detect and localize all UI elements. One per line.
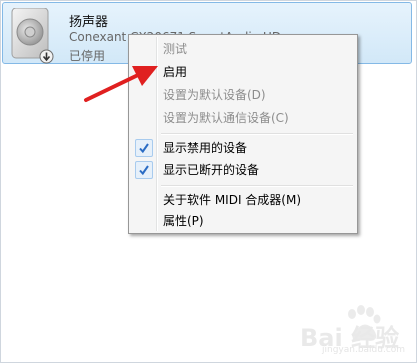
menu-item-label: 属性(P)	[163, 214, 204, 228]
menu-item-set-default[interactable]: 设置为默认设备(D)	[132, 84, 354, 106]
menu-item-properties[interactable]: 属性(P)	[132, 210, 354, 232]
menu-item-show-disabled[interactable]: 显示禁用的设备	[132, 137, 354, 159]
context-menu: 测试 启用 设置为默认设备(D) 设置为默认通信设备(C) 显示禁用的设备 显示…	[128, 34, 358, 234]
menu-item-show-disconnected[interactable]: 显示已断开的设备	[132, 159, 354, 181]
menu-item-set-default-comm[interactable]: 设置为默认通信设备(C)	[132, 107, 354, 129]
watermark-url: jingyan.baidu.com	[322, 345, 406, 355]
menu-item-label: 启用	[163, 65, 188, 79]
menu-item-label: 设置为默认通信设备(C)	[163, 111, 289, 125]
watermark: Bai 经验 jingyan.baidu.com	[300, 300, 412, 358]
menu-item-test[interactable]: 测试	[132, 38, 354, 60]
menu-item-label: 测试	[163, 42, 188, 56]
menu-item-label: 设置为默认设备(D)	[163, 88, 266, 102]
menu-item-enable[interactable]: 启用	[132, 61, 354, 83]
checkmark-icon	[135, 139, 153, 157]
down-arrow-badge-icon	[39, 49, 54, 64]
menu-item-label: 显示禁用的设备	[163, 141, 248, 155]
checkmark-icon	[135, 161, 153, 179]
menu-separator	[161, 133, 353, 135]
menu-item-label: 显示已断开的设备	[163, 163, 260, 177]
menu-separator	[161, 185, 353, 187]
device-name: 扬声器	[69, 15, 109, 30]
menu-item-about-midi[interactable]: 关于软件 MIDI 合成器(M)	[132, 189, 354, 211]
red-arrow-annotation	[84, 66, 158, 102]
menu-item-label: 关于软件 MIDI 合成器(M)	[163, 193, 302, 207]
